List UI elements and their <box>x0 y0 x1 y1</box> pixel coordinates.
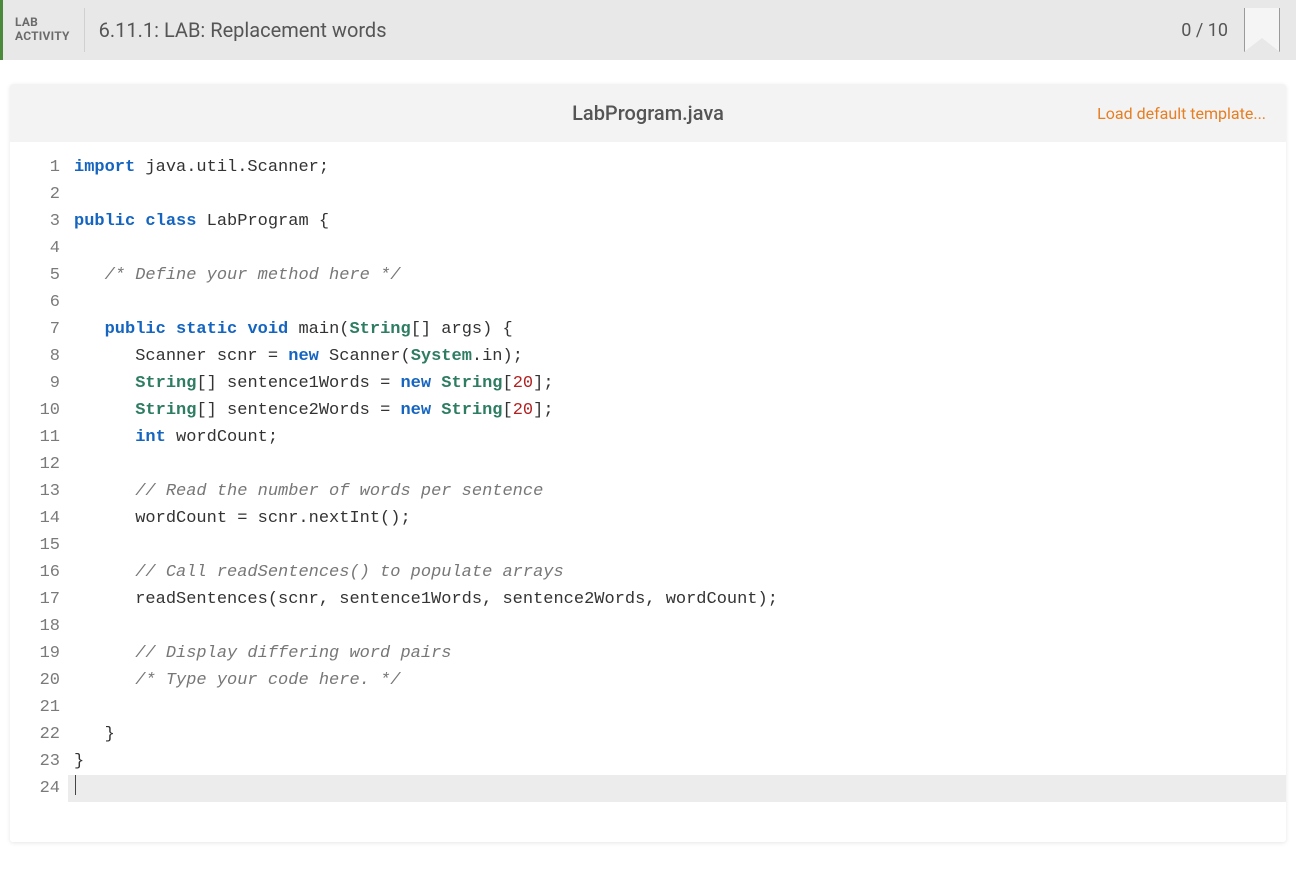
line-number: 22 <box>10 721 60 748</box>
code-line[interactable]: wordCount = scnr.nextInt(); <box>74 505 1286 532</box>
line-number: 24 <box>10 775 60 802</box>
line-number: 23 <box>10 748 60 775</box>
line-number: 11 <box>10 424 60 451</box>
line-number: 20 <box>10 667 60 694</box>
code-line[interactable]: /* Define your method here */ <box>74 262 1286 289</box>
code-line[interactable]: /* Type your code here. */ <box>74 667 1286 694</box>
code-line[interactable]: import java.util.Scanner; <box>74 154 1286 181</box>
line-number: 4 <box>10 235 60 262</box>
line-number: 9 <box>10 370 60 397</box>
filename-label: LabProgram.java <box>10 101 1286 125</box>
code-line[interactable]: String[] sentence2Words = new String[20]… <box>74 397 1286 424</box>
line-number: 1 <box>10 154 60 181</box>
line-number: 7 <box>10 316 60 343</box>
code-line[interactable] <box>74 694 1286 721</box>
line-number: 19 <box>10 640 60 667</box>
code-line[interactable] <box>74 613 1286 640</box>
code-lines[interactable]: import java.util.Scanner; public class La… <box>68 154 1286 802</box>
code-line[interactable] <box>74 532 1286 559</box>
text-cursor <box>75 775 76 795</box>
line-number: 18 <box>10 613 60 640</box>
line-number: 6 <box>10 289 60 316</box>
divider <box>84 8 85 52</box>
line-number: 14 <box>10 505 60 532</box>
load-default-template-link[interactable]: Load default template... <box>1097 104 1266 123</box>
code-line[interactable]: } <box>74 748 1286 775</box>
code-editor[interactable]: 123456789101112131415161718192021222324 … <box>10 142 1286 842</box>
line-number: 3 <box>10 208 60 235</box>
line-number: 16 <box>10 559 60 586</box>
code-line[interactable] <box>74 289 1286 316</box>
line-number: 2 <box>10 181 60 208</box>
code-line[interactable]: int wordCount; <box>74 424 1286 451</box>
lab-header: LAB ACTIVITY 6.11.1: LAB: Replacement wo… <box>0 0 1296 60</box>
code-line[interactable]: readSentences(scnr, sentence1Words, sent… <box>74 586 1286 613</box>
line-number: 15 <box>10 532 60 559</box>
line-number: 21 <box>10 694 60 721</box>
line-number: 5 <box>10 262 60 289</box>
lab-title: 6.11.1: LAB: Replacement words <box>99 18 1182 42</box>
bookmark-icon[interactable] <box>1244 8 1280 52</box>
score-display: 0 / 10 <box>1181 20 1228 41</box>
code-line[interactable]: // Display differing word pairs <box>74 640 1286 667</box>
editor-panel: LabProgram.java Load default template...… <box>10 84 1286 842</box>
code-line[interactable]: // Call readSentences() to populate arra… <box>74 559 1286 586</box>
line-number-gutter: 123456789101112131415161718192021222324 <box>10 154 68 802</box>
code-line[interactable]: // Read the number of words per sentence <box>74 478 1286 505</box>
code-line[interactable]: String[] sentence1Words = new String[20]… <box>74 370 1286 397</box>
code-line[interactable] <box>68 775 1286 802</box>
code-line[interactable]: public class LabProgram { <box>74 208 1286 235</box>
pill-line1: LAB <box>15 16 70 30</box>
line-number: 13 <box>10 478 60 505</box>
code-line[interactable]: } <box>74 721 1286 748</box>
line-number: 8 <box>10 343 60 370</box>
code-line[interactable] <box>74 181 1286 208</box>
line-number: 10 <box>10 397 60 424</box>
editor-header: LabProgram.java Load default template... <box>10 84 1286 142</box>
code-line[interactable] <box>74 235 1286 262</box>
pill-line2: ACTIVITY <box>15 30 70 44</box>
line-number: 12 <box>10 451 60 478</box>
line-number: 17 <box>10 586 60 613</box>
code-line[interactable] <box>74 451 1286 478</box>
code-line[interactable]: public static void main(String[] args) { <box>74 316 1286 343</box>
code-line[interactable]: Scanner scnr = new Scanner(System.in); <box>74 343 1286 370</box>
lab-activity-pill: LAB ACTIVITY <box>15 16 84 44</box>
